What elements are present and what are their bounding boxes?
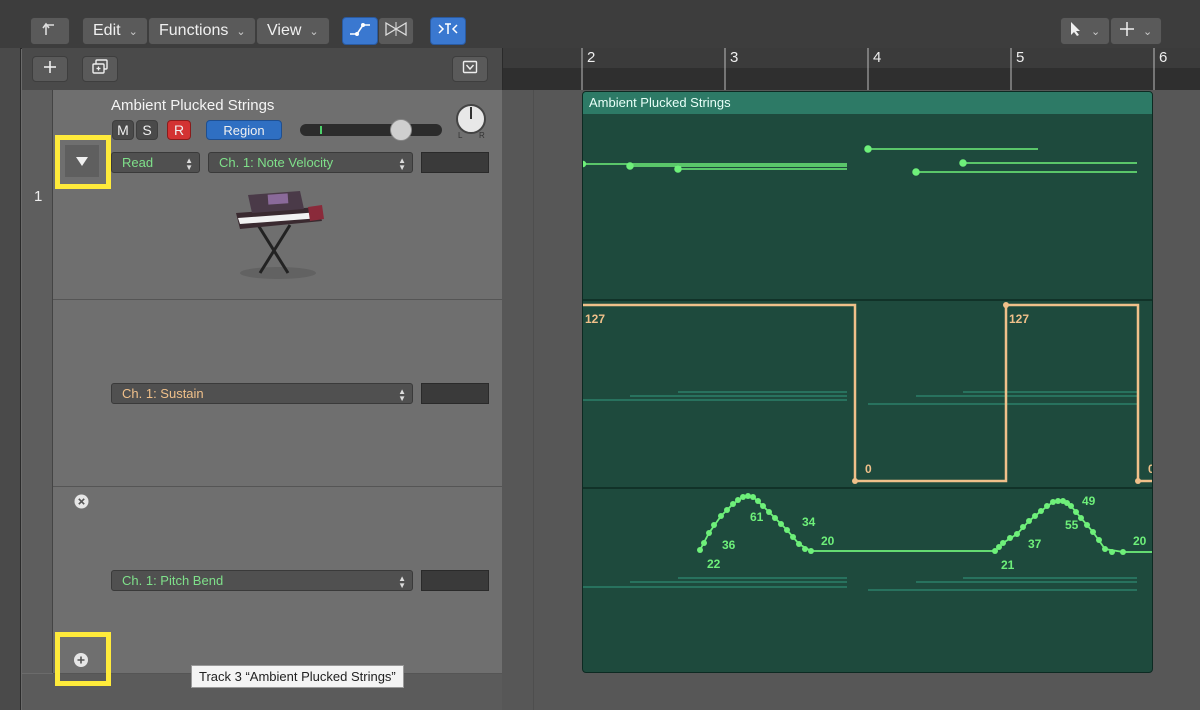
chevron-down-icon: ⌄ [1143, 25, 1153, 38]
track-number: 1 [34, 188, 43, 205]
sustain-parameter-value: Ch. 1: Sustain [122, 386, 204, 401]
pan-left-label: L [458, 131, 463, 140]
pitch-bend-label: 20 [821, 534, 835, 548]
duplicate-icon [91, 59, 109, 79]
sustain-label: 0 [865, 462, 872, 476]
ruler-bar-2: 2 [587, 49, 596, 66]
volume-slider[interactable] [300, 119, 442, 141]
menu-view-label: View [267, 22, 302, 39]
ruler-bar-6: 6 [1159, 49, 1168, 66]
region-button[interactable]: Region [206, 120, 282, 140]
track-name[interactable]: Ambient Plucked Strings [111, 97, 274, 114]
automation-mode-select[interactable]: Read ▲ ▼ [111, 152, 200, 173]
midi-region[interactable]: Ambient Plucked Strings 127 0 127 22 36 … [582, 91, 1153, 673]
pencil-tool-menu[interactable]: ⌄ [1110, 17, 1162, 45]
back-arrow-button[interactable] [30, 17, 70, 45]
add-track-button[interactable] [32, 56, 68, 82]
menu-functions-label: Functions [159, 22, 229, 39]
pitch-bend-value-display[interactable] [421, 570, 489, 591]
catch-button[interactable] [430, 17, 466, 45]
catch-icon [437, 21, 459, 41]
pitch-bend-label: 55 [1065, 518, 1079, 532]
volume-meter-tick [320, 126, 322, 134]
sustain-parameter-select[interactable]: Ch. 1: Sustain ▲ ▼ [111, 383, 413, 404]
sustain-label: 127 [585, 312, 606, 326]
up-down-arrows-icon: ▲ ▼ [398, 387, 406, 403]
up-down-arrows-icon: ▲ ▼ [398, 574, 406, 590]
sustain-label: 127 [1009, 312, 1030, 326]
pan-right-label: R [479, 131, 485, 140]
up-down-arrows-icon: ▲ ▼ [398, 156, 406, 172]
sustain-label: 0 [1148, 462, 1152, 476]
back-arrow-icon [42, 21, 58, 41]
automation-curve-icon [349, 21, 371, 41]
bar-ruler[interactable]: 2 3 4 5 6 [502, 48, 1200, 91]
pitch-bend-label: 20 [1133, 534, 1147, 548]
highlight-box-add-lane [55, 632, 111, 686]
pitch-bend-parameter-value: Ch. 1: Pitch Bend [122, 573, 224, 588]
sustain-value-display[interactable] [421, 383, 489, 404]
automation-value-display[interactable] [421, 152, 489, 173]
chevron-down-icon: ⌄ [309, 25, 319, 38]
inspector-edge [0, 48, 21, 710]
grid-line [533, 90, 534, 710]
track-header-toolbar [22, 48, 502, 91]
flex-button[interactable] [378, 17, 414, 45]
duplicate-track-button[interactable] [82, 56, 118, 82]
solo-button[interactable]: S [136, 120, 158, 140]
chevron-down-icon: ⌄ [128, 25, 138, 38]
pointer-tool-icon [1069, 21, 1083, 42]
ruler-bar-5: 5 [1016, 49, 1025, 66]
mute-button[interactable]: M [112, 120, 134, 140]
pitch-bend-label: 22 [707, 557, 721, 571]
pencil-tool-icon [1119, 21, 1135, 42]
pitch-bend-label: 61 [750, 510, 764, 524]
menu-functions[interactable]: Functions ⌄ [148, 17, 256, 45]
close-lane-button[interactable] [74, 494, 89, 509]
pitch-bend-label: 49 [1082, 494, 1096, 508]
up-down-arrows-icon: ▲ ▼ [185, 156, 193, 172]
menu-edit-label: Edit [93, 22, 121, 39]
highlight-box-disclosure [55, 135, 111, 189]
dropdown-box-icon [462, 59, 478, 79]
track-icon-keyboard[interactable] [228, 185, 328, 283]
automation-mode-value: Read [122, 155, 154, 170]
automation-parameter-value: Ch. 1: Note Velocity [219, 155, 334, 170]
ruler-bar-3: 3 [730, 49, 739, 66]
pitch-bend-label: 34 [802, 515, 816, 529]
pitch-bend-label: 36 [722, 538, 736, 552]
pitch-bend-label: 37 [1028, 537, 1042, 551]
automation-parameter-select[interactable]: Ch. 1: Note Velocity ▲ ▼ [208, 152, 413, 173]
track-number-column: 1 [22, 90, 53, 673]
pitch-bend-label: 21 [1001, 558, 1015, 572]
menu-edit[interactable]: Edit ⌄ [82, 17, 148, 45]
close-icon [74, 494, 89, 513]
global-tracks-button[interactable] [452, 56, 488, 82]
region-automation-drawing [583, 145, 1152, 591]
toolbar: Edit ⌄ Functions ⌄ View ⌄ ⌄ ⌄ [0, 0, 1200, 49]
track-tooltip: Track 3 “Ambient Plucked Strings” [191, 665, 404, 688]
flex-icon [384, 21, 408, 41]
pitch-bend-parameter-select[interactable]: Ch. 1: Pitch Bend ▲ ▼ [111, 570, 413, 591]
chevron-down-icon: ⌄ [236, 25, 246, 38]
chevron-down-icon: ⌄ [1091, 25, 1101, 38]
automation-toggle-button[interactable] [342, 17, 378, 45]
volume-slider-knob[interactable] [390, 119, 412, 141]
record-button[interactable]: R [167, 120, 191, 140]
plus-icon [42, 59, 58, 79]
pointer-tool-menu[interactable]: ⌄ [1060, 17, 1110, 45]
menu-view[interactable]: View ⌄ [256, 17, 330, 45]
ruler-bar-4: 4 [873, 49, 882, 66]
